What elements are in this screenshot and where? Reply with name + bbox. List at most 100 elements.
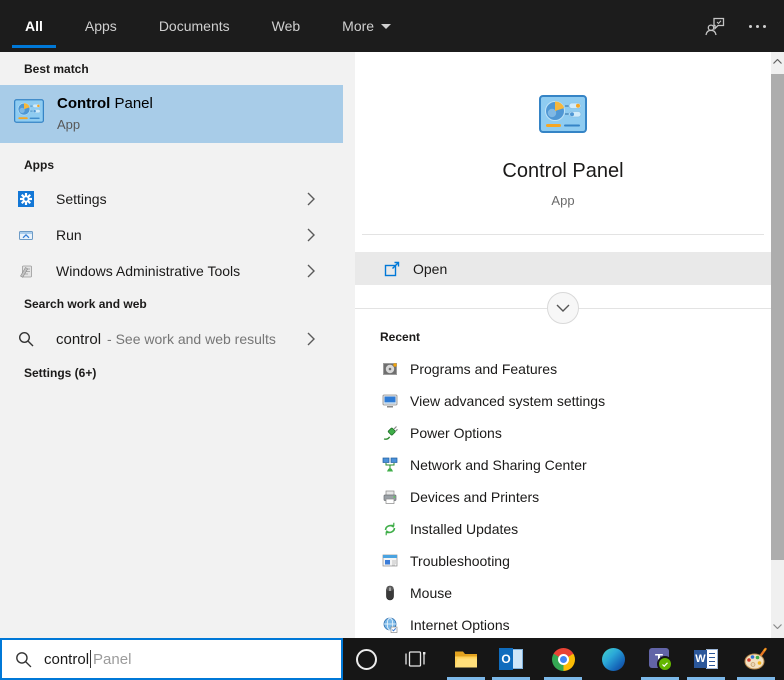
file-explorer-icon[interactable] xyxy=(454,647,478,671)
chevron-right-icon[interactable] xyxy=(307,228,315,242)
search-icon xyxy=(18,331,34,347)
recent-item[interactable]: Troubleshooting xyxy=(355,545,771,577)
best-match-result[interactable]: Control Panel App xyxy=(0,85,343,143)
devices-printers-icon xyxy=(382,489,398,505)
open-action-label: Open xyxy=(413,260,448,277)
tab-more-label: More xyxy=(342,18,375,34)
task-view-icon[interactable] xyxy=(403,647,427,671)
scroll-down-icon[interactable] xyxy=(771,619,784,634)
network-sharing-icon xyxy=(382,457,398,473)
paint-icon[interactable] xyxy=(744,647,768,671)
recent-item-label: Programs and Features xyxy=(410,361,558,377)
word-icon[interactable]: W xyxy=(694,647,718,671)
admin-tools-icon xyxy=(18,263,34,279)
recent-item-label: Installed Updates xyxy=(410,521,519,537)
tab-more[interactable]: More xyxy=(342,0,392,52)
recent-item-label: Network and Sharing Center xyxy=(410,457,587,473)
web-search-result[interactable]: control - See work and web results xyxy=(0,321,343,357)
preview-subtitle: App xyxy=(551,193,575,208)
app-result-run[interactable]: Run xyxy=(0,217,343,253)
open-action[interactable]: Open xyxy=(355,252,771,285)
recent-item[interactable]: Power Options xyxy=(355,417,771,449)
more-options-icon[interactable] xyxy=(749,24,766,28)
run-window-icon xyxy=(18,227,34,243)
title-rest-text: Panel xyxy=(110,95,153,112)
internet-options-icon xyxy=(382,617,398,633)
teams-status-check-icon xyxy=(657,656,673,672)
control-panel-icon xyxy=(14,99,44,123)
scrollbar-thumb[interactable] xyxy=(771,74,784,560)
recent-item-label: Mouse xyxy=(410,585,453,601)
chrome-icon[interactable] xyxy=(551,647,575,671)
chevron-right-icon[interactable] xyxy=(307,264,315,278)
recent-item-label: Devices and Printers xyxy=(410,489,540,505)
recent-item[interactable]: Devices and Printers xyxy=(355,481,771,513)
chevron-right-icon[interactable] xyxy=(307,332,315,346)
recent-header: Recent xyxy=(380,330,421,344)
scrollbar[interactable] xyxy=(771,52,784,638)
programs-features-icon xyxy=(382,361,398,377)
mouse-icon xyxy=(382,585,398,601)
chevron-down-icon xyxy=(381,23,392,29)
outlook-icon[interactable]: O xyxy=(499,647,523,671)
tab-documents-label: Documents xyxy=(158,18,230,34)
recent-item[interactable]: Mouse xyxy=(355,577,771,609)
word-logo-letter: W xyxy=(694,650,707,668)
results-panel: Best match Control Panel App Apps Settin… xyxy=(0,52,355,638)
settings-gear-icon xyxy=(18,191,34,207)
app-result-label: Run xyxy=(56,227,82,243)
system-properties-icon xyxy=(382,393,398,409)
teams-icon[interactable]: T xyxy=(648,647,673,672)
recent-item-label: Internet Options xyxy=(410,617,510,633)
recent-item[interactable]: Network and Sharing Center xyxy=(355,449,771,481)
recent-item[interactable]: Programs and Features xyxy=(355,353,771,385)
best-match-text: Control Panel App xyxy=(57,95,153,132)
text-cursor xyxy=(90,650,92,668)
tab-web-label: Web xyxy=(271,18,301,34)
settings-group-header: Settings (6+) xyxy=(24,366,97,380)
tab-documents[interactable]: Documents xyxy=(159,0,230,52)
result-type-label: App xyxy=(57,117,81,132)
search-autocomplete-suggestion: Panel xyxy=(93,650,132,668)
app-result-label: Settings xyxy=(56,191,107,207)
preview-title: Control Panel xyxy=(502,160,624,182)
feedback-icon[interactable] xyxy=(703,14,727,38)
query-match-text: Control xyxy=(57,95,111,112)
tab-all[interactable]: All xyxy=(12,0,56,52)
open-external-icon xyxy=(384,261,400,277)
recent-item[interactable]: Internet Options xyxy=(355,609,771,641)
app-result-settings[interactable]: Settings xyxy=(0,181,343,217)
recent-item-label: View advanced system settings xyxy=(410,393,606,409)
web-search-suffix: - See work and web results xyxy=(107,331,276,347)
tab-web[interactable]: Web xyxy=(272,0,301,52)
result-title: Control Panel xyxy=(57,95,153,112)
chevron-right-icon[interactable] xyxy=(307,192,315,206)
expand-actions-button[interactable] xyxy=(547,292,579,324)
recent-item-label: Troubleshooting xyxy=(410,553,510,569)
recent-item[interactable]: Installed Updates xyxy=(355,513,771,545)
installed-updates-icon xyxy=(382,521,398,537)
taskbar: control Panel O W xyxy=(0,638,784,680)
search-work-web-header: Search work and web xyxy=(24,297,147,311)
recent-item-label: Power Options xyxy=(410,425,502,441)
cortana-icon[interactable] xyxy=(354,647,378,671)
scroll-up-icon[interactable] xyxy=(771,54,784,69)
app-result-admin-tools[interactable]: Windows Administrative Tools xyxy=(0,253,343,289)
divider xyxy=(362,234,764,235)
apps-header: Apps xyxy=(24,158,54,172)
search-filter-bar: All Apps Documents Web More xyxy=(0,0,784,52)
filter-tabs: All Apps Documents Web More xyxy=(12,0,392,52)
windows-search-flyout: All Apps Documents Web More Best match C… xyxy=(0,0,784,680)
power-options-icon xyxy=(382,425,398,441)
best-match-header: Best match xyxy=(24,62,89,76)
troubleshooting-icon xyxy=(382,553,398,569)
topbar-actions xyxy=(703,0,766,52)
tab-apps[interactable]: Apps xyxy=(85,0,117,52)
outlook-logo-letter: O xyxy=(499,648,513,670)
edge-icon[interactable] xyxy=(601,647,625,671)
search-input-value: control xyxy=(44,650,90,668)
recent-item[interactable]: View advanced system settings xyxy=(355,385,771,417)
taskbar-search-box[interactable]: control Panel xyxy=(0,638,343,680)
search-icon xyxy=(15,651,32,668)
app-result-label: Windows Administrative Tools xyxy=(56,263,241,279)
